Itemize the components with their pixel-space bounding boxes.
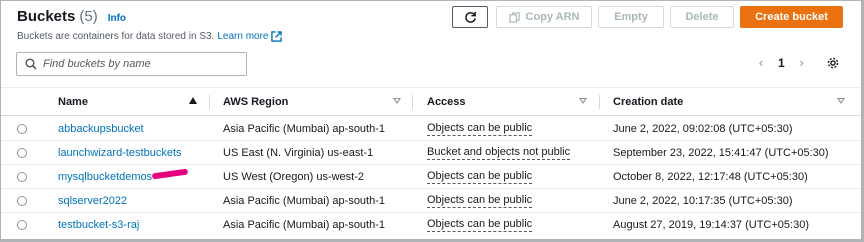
copy-arn-label: Copy ARN [525,11,580,23]
bucket-creation-date: September 23, 2022, 15:41:47 (UTC+05:30) [613,147,829,159]
copy-icon [508,11,520,23]
bucket-region: US East (N. Virginia) us-east-1 [223,147,374,159]
access-text: Bucket and objects not public [427,146,571,160]
column-created-label: Creation date [613,95,684,108]
table-row[interactable]: abbackupsbucket Asia Pacific (Mumbai) ap… [1,117,861,141]
search-box[interactable] [16,52,247,76]
bucket-name-link[interactable]: abbackupsbucket [58,117,144,141]
column-header-name[interactable]: Name [58,88,88,115]
bucket-access: Objects can be public [427,213,533,237]
column-access-label: Access [427,95,466,108]
sort-ascending-icon[interactable] [189,97,197,104]
bucket-name-link[interactable]: launchwizard-testbuckets [58,141,182,165]
table-row[interactable]: launchwizard-testbuckets US East (N. Vir… [1,141,861,165]
chevron-right-icon[interactable]: › [795,55,809,70]
table-row[interactable]: mysqlbucketdemos US West (Oregon) us-wes… [1,165,861,189]
bucket-creation-date: June 2, 2022, 10:17:35 (UTC+05:30) [613,195,793,207]
row-radio[interactable] [17,220,27,230]
bucket-creation-date: October 8, 2022, 12:17:48 (UTC+05:30) [613,171,808,183]
column-name-label: Name [58,95,88,108]
bucket-access: Objects can be public [427,189,533,213]
table-row[interactable]: sqlserver2022 Asia Pacific (Mumbai) ap-s… [1,189,861,213]
bucket-access: Objects can be public [427,165,533,189]
copy-arn-button[interactable]: Copy ARN [496,6,592,28]
info-link[interactable]: Info [108,13,126,24]
column-header-access[interactable]: Access [427,88,466,115]
access-text: Objects can be public [427,218,533,232]
gear-icon[interactable] [826,56,840,70]
refresh-button[interactable] [452,6,488,28]
bucket-count: (5) [79,8,98,25]
page-title: Buckets [17,8,76,25]
column-separator [412,95,413,109]
access-text: Objects can be public [427,170,533,184]
column-separator [599,95,600,109]
bucket-name-link[interactable]: testbucket-s3-raj [58,213,139,237]
external-link-icon[interactable] [271,31,283,42]
header-divider [1,115,861,116]
page-header: Buckets (5) Info Buckets are containers … [17,8,283,42]
column-region-label: AWS Region [223,95,289,108]
create-bucket-button[interactable]: Create bucket [740,6,843,28]
search-icon [25,58,37,70]
row-radio[interactable] [17,124,27,134]
page-description: Buckets are containers for data stored i… [17,31,283,42]
access-text: Objects can be public [427,194,533,208]
bucket-name-link[interactable]: sqlserver2022 [58,189,127,213]
table-header: Name AWS Region Access Creation date [1,88,861,115]
delete-button[interactable]: Delete [670,6,734,28]
table-row[interactable]: testbucket-s3-raj Asia Pacific (Mumbai) … [1,213,861,237]
sort-icon[interactable] [579,98,587,104]
refresh-icon [464,11,476,23]
column-separator [209,95,210,109]
chevron-left-icon[interactable]: ‹ [754,55,768,70]
column-header-created[interactable]: Creation date [613,88,683,115]
search-input[interactable] [43,58,233,70]
bucket-creation-date: August 27, 2019, 19:14:37 (UTC+05:30) [613,219,809,231]
sort-icon[interactable] [837,98,845,104]
row-radio[interactable] [17,172,27,182]
current-page[interactable]: 1 [778,56,785,70]
bucket-creation-date: June 2, 2022, 09:02:08 (UTC+05:30) [613,123,793,135]
row-radio[interactable] [17,196,27,206]
bucket-name-link[interactable]: mysqlbucketdemos [58,165,152,189]
learn-more-link[interactable]: Learn more [217,31,268,42]
bucket-region: US West (Oregon) us-west-2 [223,171,365,183]
sort-icon[interactable] [393,98,401,104]
pagination: ‹ 1 › [754,55,809,70]
empty-button[interactable]: Empty [598,6,664,28]
access-text: Objects can be public [427,122,533,136]
bucket-region: Asia Pacific (Mumbai) ap-south-1 [223,123,386,135]
row-radio[interactable] [17,148,27,158]
description-text: Buckets are containers for data stored i… [17,31,215,42]
bucket-region: Asia Pacific (Mumbai) ap-south-1 [223,219,386,231]
bucket-access: Bucket and objects not public [427,141,571,165]
column-header-region[interactable]: AWS Region [223,88,288,115]
bucket-access: Objects can be public [427,117,533,141]
bucket-region: Asia Pacific (Mumbai) ap-south-1 [223,195,386,207]
